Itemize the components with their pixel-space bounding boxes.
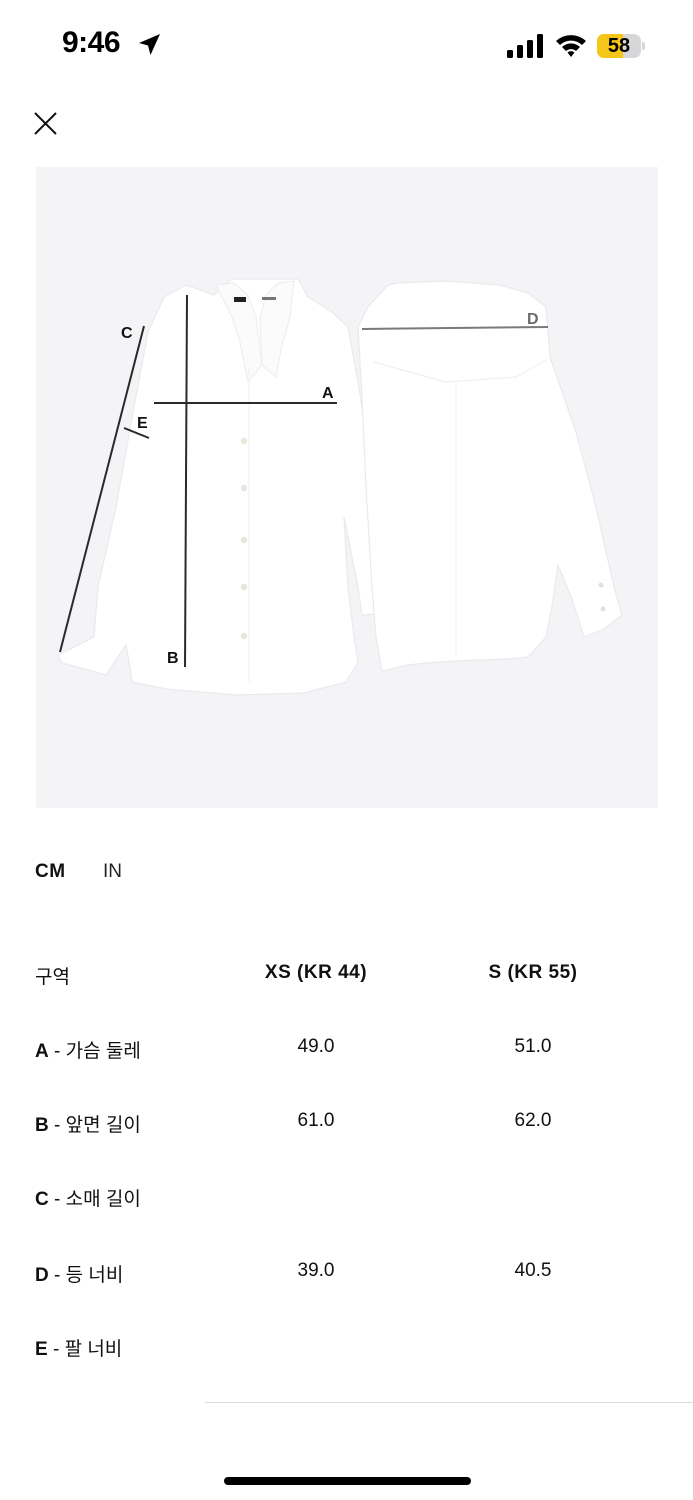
measure-label-a: A <box>322 385 334 402</box>
measure-label-b: B <box>167 650 179 667</box>
column-header-xs: XS (KR 44) <box>264 962 368 983</box>
row-name: - 앞면 길이 <box>48 1115 141 1136</box>
column-header-zone: 구역 <box>35 967 70 988</box>
cell-xs: 61.0 <box>297 1110 335 1131</box>
row-name: - 등 너비 <box>48 1265 124 1286</box>
row-key: D <box>35 1265 49 1286</box>
row-key: B <box>35 1115 49 1136</box>
row-label: B - 앞면 길이 <box>35 1110 141 1137</box>
row-key: C <box>35 1189 49 1210</box>
battery-level: 58 <box>607 35 631 57</box>
location-arrow-icon <box>139 34 160 55</box>
row-label: E - 팔 너비 <box>35 1334 122 1361</box>
measure-label-c: C <box>121 325 133 342</box>
row-label: D - 등 너비 <box>35 1260 123 1287</box>
cell-s: 62.0 <box>514 1110 552 1131</box>
divider <box>205 1402 693 1403</box>
wifi-icon <box>556 35 586 57</box>
cell-xs: 49.0 <box>297 1036 335 1057</box>
home-indicator[interactable] <box>224 1477 471 1485</box>
column-header-s: S (KR 55) <box>488 962 578 983</box>
cell-xs: 39.0 <box>297 1260 335 1281</box>
status-bar: 9:46 58 <box>0 0 693 92</box>
row-key: A <box>35 1041 49 1062</box>
cellular-signal-icon <box>507 34 543 58</box>
row-label: A - 가슴 둘레 <box>35 1036 141 1063</box>
unit-tab-cm[interactable]: CM <box>35 861 66 883</box>
row-name: - 팔 너비 <box>47 1339 123 1360</box>
status-time: 9:46 <box>62 26 121 59</box>
row-label: C - 소매 길이 <box>35 1184 141 1211</box>
row-name: - 가슴 둘레 <box>48 1041 141 1062</box>
back-shirt-illustration <box>357 280 623 672</box>
size-guide-image: A B C D E <box>36 167 658 808</box>
measure-label-d: D <box>527 311 539 328</box>
cell-s: 40.5 <box>514 1260 552 1281</box>
row-key: E <box>35 1339 48 1360</box>
row-name: - 소매 길이 <box>48 1189 141 1210</box>
cell-s: 51.0 <box>514 1036 552 1057</box>
front-shirt-illustration <box>57 278 393 696</box>
battery-icon: 58 <box>597 34 645 58</box>
unit-tab-in[interactable]: IN <box>103 861 122 883</box>
measure-label-e: E <box>137 415 148 432</box>
close-icon[interactable] <box>30 108 60 138</box>
